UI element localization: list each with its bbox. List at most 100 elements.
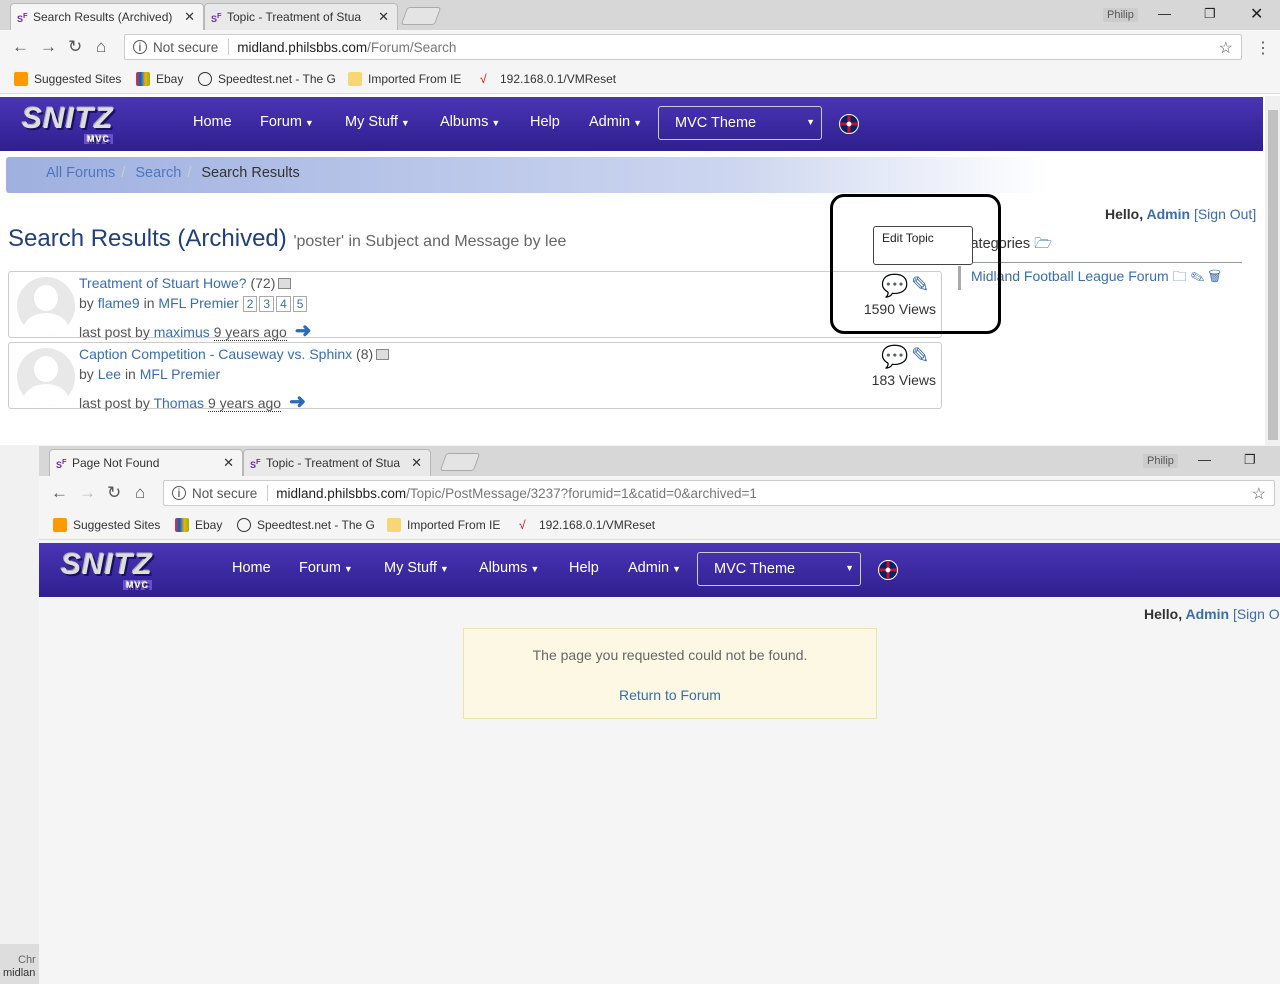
nav-albums[interactable]: Albums ▼ [440, 114, 500, 130]
back-icon[interactable]: ← [12, 37, 29, 57]
snitz-favicon-icon: SF [250, 457, 261, 470]
snitz-logo[interactable]: SNITZ MVC [61, 548, 153, 590]
snitz-favicon-icon: SF [56, 457, 67, 470]
edit-icon[interactable]: ✎ [1190, 268, 1204, 284]
forum-link[interactable]: MFL Premier [158, 295, 238, 311]
bookmark-item[interactable]: Imported From IE [387, 518, 500, 532]
sign-out-link[interactable]: [Sign O [1233, 606, 1280, 622]
url-bar[interactable]: i Not secure midland.philsbbs.com/Topic/… [163, 480, 1275, 506]
author-link[interactable]: flame9 [98, 295, 140, 311]
reload-icon[interactable]: ↻ [107, 483, 121, 503]
uk-flag-icon[interactable] [839, 114, 859, 134]
nav-help[interactable]: Help [530, 114, 560, 130]
nav-albums[interactable]: Albums ▼ [479, 560, 539, 576]
bookmark-star-icon[interactable]: ☆ [1252, 484, 1266, 504]
bookmark-item[interactable]: √ 192.168.0.1/VMReset [519, 518, 655, 532]
info-icon[interactable]: i [133, 40, 147, 54]
minimize-icon[interactable]: — [1158, 6, 1171, 21]
nav-admin[interactable]: Admin ▼ [589, 114, 642, 130]
page-link[interactable]: 5 [292, 296, 308, 312]
bookmark-item[interactable]: Speedtest.net - The G [198, 72, 336, 86]
nav-home[interactable]: Home [232, 560, 271, 576]
bookmark-item[interactable]: √ 192.168.0.1/VMReset [480, 72, 616, 86]
trash-icon[interactable]: 🗑 [1208, 268, 1221, 284]
snitz-logo[interactable]: SNITZ MVC [22, 102, 114, 144]
breadcrumb-all-forums[interactable]: All Forums [46, 165, 115, 181]
forum-link[interactable]: MFL Premier [140, 366, 220, 382]
user-link[interactable]: Admin [1147, 206, 1191, 222]
home-icon[interactable]: ⌂ [96, 37, 106, 57]
topic-link[interactable]: Caption Competition - Causeway vs. Sphin… [79, 346, 352, 362]
profile-chip[interactable]: Philip [1143, 454, 1178, 468]
restore-icon[interactable]: ❐ [1204, 6, 1216, 22]
edit-topic-icon[interactable]: ✎ [911, 343, 929, 369]
result-card: Treatment of Stuart Howe? (72) by flame9… [8, 271, 942, 342]
tab-page-not-found[interactable]: SF Page Not Found ✕ [49, 449, 243, 476]
folder-icon[interactable]: 🗀 [1173, 268, 1187, 284]
close-tab-icon[interactable]: ✕ [378, 9, 389, 25]
not-found-alert: The page you requested could not be foun… [463, 628, 877, 719]
reload-icon[interactable]: ↻ [68, 37, 82, 57]
author-link[interactable]: Lee [98, 366, 121, 382]
nav-mystuff[interactable]: My Stuff ▼ [384, 560, 449, 576]
bookmark-star-icon[interactable]: ☆ [1219, 38, 1233, 58]
bookmark-item[interactable]: Speedtest.net - The G [237, 518, 375, 532]
url-bar[interactable]: i Not secure midland.philsbbs.com/Forum/… [124, 34, 1242, 60]
bookmark-item[interactable]: Ebay [175, 518, 222, 532]
go-to-last-post-icon[interactable]: ➜ [289, 391, 306, 413]
forward-icon[interactable]: → [79, 483, 96, 503]
nav-mystuff[interactable]: My Stuff ▼ [345, 114, 410, 130]
close-tab-icon[interactable]: ✕ [411, 455, 422, 471]
theme-select[interactable]: MVC Theme ▼ [697, 552, 861, 586]
restore-icon[interactable]: ❐ [1244, 452, 1256, 468]
menu-icon[interactable]: ⋮ [1255, 38, 1271, 58]
snitz-favicon-icon: SF [211, 11, 222, 24]
nav-forum[interactable]: Forum ▼ [299, 560, 353, 576]
tab-strip: SF Page Not Found ✕ SF Topic - Treatment… [39, 446, 1280, 476]
new-tab-button[interactable] [439, 453, 481, 471]
nav-admin[interactable]: Admin ▼ [628, 560, 681, 576]
tab-strip: SF Search Results (Archived) ✕ SF Topic … [0, 0, 1280, 30]
close-window-icon[interactable]: ✕ [1250, 4, 1263, 24]
home-icon[interactable]: ⌂ [135, 483, 145, 503]
uk-flag-icon[interactable] [878, 560, 898, 580]
return-to-forum-link[interactable]: Return to Forum [464, 687, 876, 703]
close-tab-icon[interactable]: ✕ [223, 455, 234, 471]
address-toolbar: ← → ↻ ⌂ i Not secure midland.philsbbs.co… [0, 30, 1280, 64]
bookmark-item[interactable]: Suggested Sites [53, 518, 160, 532]
bookmark-item[interactable]: Imported From IE [348, 72, 461, 86]
minimize-icon[interactable]: — [1198, 452, 1211, 467]
bookmark-item[interactable]: Ebay [136, 72, 183, 86]
last-poster-link[interactable]: maximus [154, 324, 210, 340]
tab-topic[interactable]: SF Topic - Treatment of Stua ✕ [204, 3, 398, 30]
hello-user: Hello, Admin [Sign Out] [1105, 206, 1257, 222]
go-to-last-post-icon[interactable]: ➜ [295, 320, 312, 342]
nav-help[interactable]: Help [569, 560, 599, 576]
theme-select[interactable]: MVC Theme ▼ [658, 106, 822, 140]
breadcrumb-search[interactable]: Search [135, 165, 181, 181]
close-tab-icon[interactable]: ✕ [184, 9, 195, 25]
nav-home[interactable]: Home [193, 114, 232, 130]
hello-user: Hello, Admin [Sign O [1144, 606, 1280, 622]
new-tab-button[interactable] [400, 7, 442, 25]
forward-icon[interactable]: → [40, 37, 57, 57]
scroll-thumb[interactable] [1268, 110, 1278, 440]
tab-topic[interactable]: SF Topic - Treatment of Stua ✕ [243, 449, 431, 476]
profile-chip[interactable]: Philip [1103, 8, 1138, 22]
page-link[interactable]: 2 [242, 296, 258, 312]
info-icon[interactable]: i [172, 486, 186, 500]
nav-forum[interactable]: Forum ▼ [260, 114, 314, 130]
user-link[interactable]: Admin [1186, 606, 1230, 622]
page-link[interactable]: 4 [276, 296, 291, 312]
archive-icon [376, 349, 390, 360]
site-navbar: SNITZ MVC Home Forum ▼ My Stuff ▼ Albums ▼ H… [39, 543, 1280, 597]
last-poster-link[interactable]: Thomas [153, 395, 204, 411]
folder-open-icon: 🗁 [1034, 236, 1053, 252]
back-icon[interactable]: ← [51, 483, 68, 503]
page-link[interactable]: 3 [259, 296, 275, 312]
reply-bubble-icon[interactable]: 💬 [881, 344, 908, 370]
topic-link[interactable]: Treatment of Stuart Howe? [79, 275, 247, 291]
sign-out-link[interactable]: [Sign Out] [1194, 206, 1256, 222]
bookmark-item[interactable]: Suggested Sites [14, 72, 121, 86]
tab-search-results[interactable]: SF Search Results (Archived) ✕ [10, 3, 204, 30]
